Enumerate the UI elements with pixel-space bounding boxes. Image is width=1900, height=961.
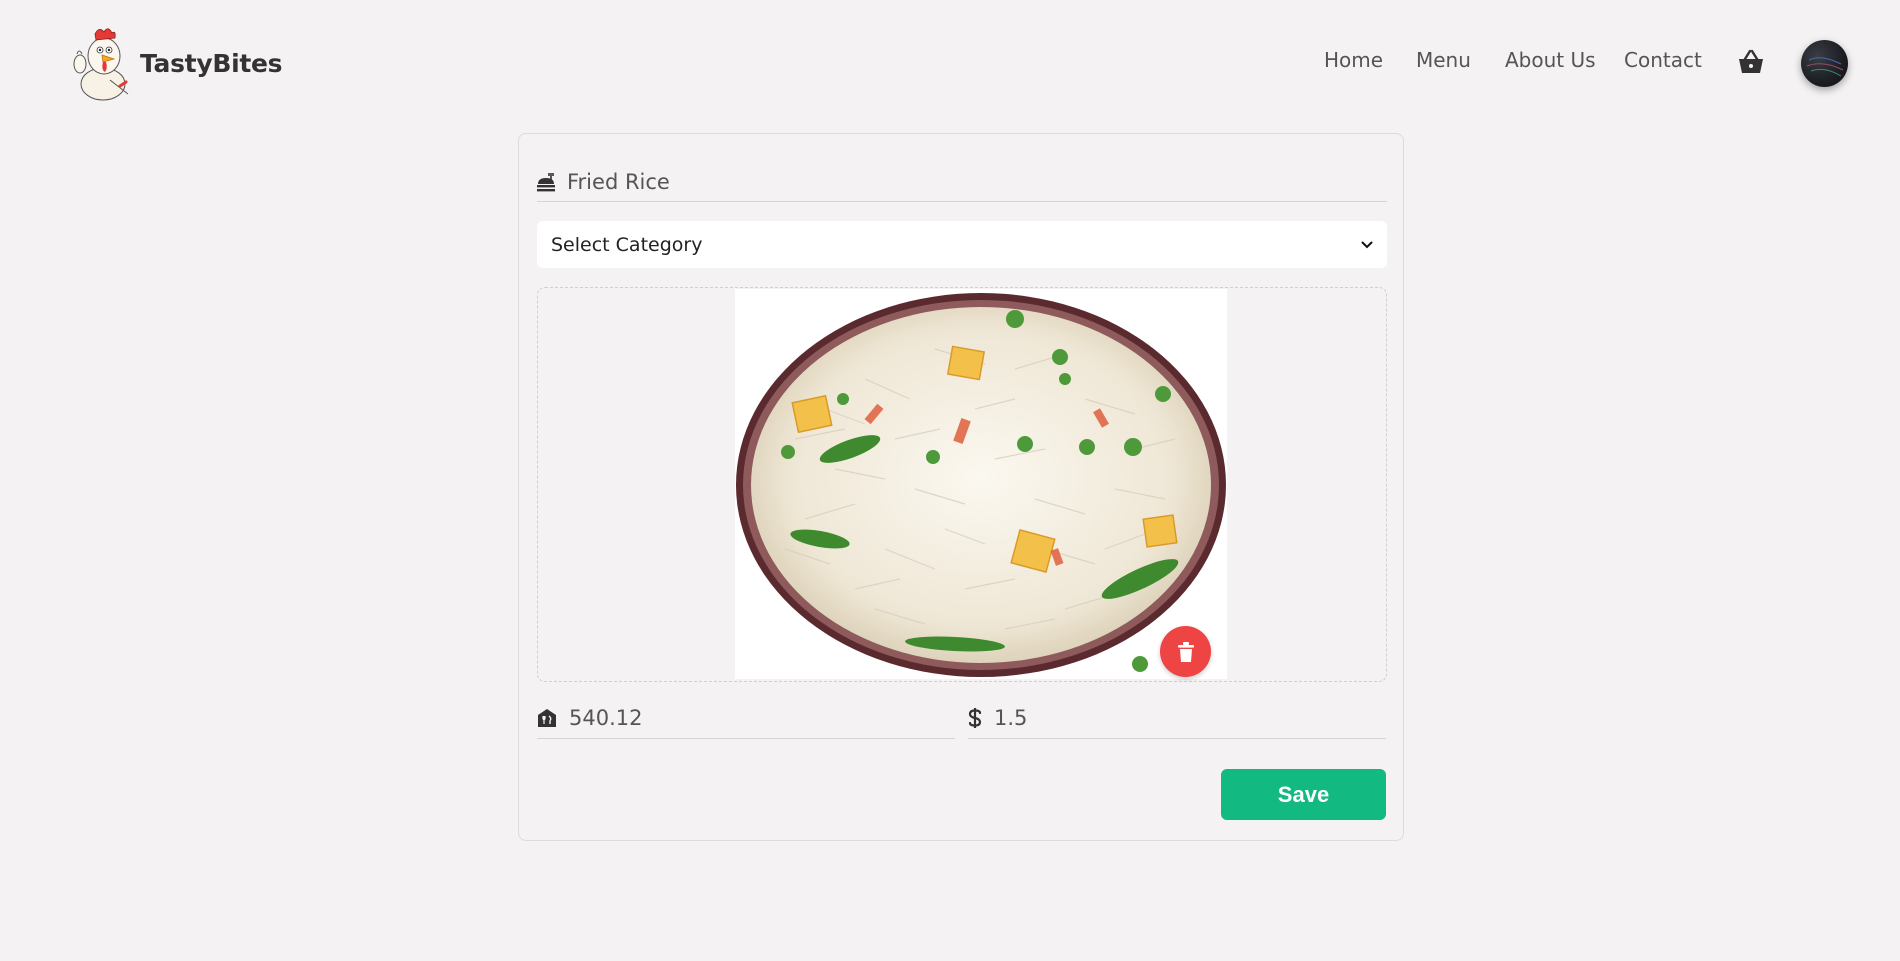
image-upload-area[interactable]: [537, 287, 1387, 682]
delete-image-button[interactable]: [1160, 626, 1211, 677]
category-selected-value: Select Category: [551, 233, 703, 256]
trash-icon: [1177, 641, 1194, 662]
dollar-icon: [968, 708, 982, 728]
title-field[interactable]: Fried Rice: [537, 162, 1387, 202]
nav-menu[interactable]: Menu: [1416, 48, 1471, 72]
save-button[interactable]: Save: [1221, 769, 1386, 820]
nav-about-us[interactable]: About Us: [1505, 48, 1596, 72]
header: TastyBites Home Menu About Us Contact: [0, 0, 1900, 125]
avatar-image: [1806, 57, 1844, 77]
chevron-down-icon: [1361, 241, 1373, 248]
nav-contact[interactable]: Contact: [1624, 48, 1702, 72]
dish-image: [735, 289, 1227, 679]
price-input[interactable]: 1.5: [994, 706, 1027, 730]
title-input[interactable]: Fried Rice: [567, 170, 670, 194]
category-select[interactable]: Select Category: [537, 221, 1387, 268]
price-field[interactable]: 1.5: [968, 698, 1386, 739]
basket-icon[interactable]: [1737, 49, 1765, 75]
food-icon: [537, 172, 555, 191]
calories-field[interactable]: 540.12: [537, 698, 955, 739]
edit-item-card: Fried Rice Select Category 540.12 1.5 Sa…: [518, 133, 1404, 841]
main-nav: Home Menu About Us Contact: [0, 48, 1900, 78]
food-bank-icon: [538, 709, 556, 727]
nav-home[interactable]: Home: [1324, 48, 1383, 72]
avatar[interactable]: [1801, 40, 1848, 87]
calories-input[interactable]: 540.12: [569, 706, 642, 730]
